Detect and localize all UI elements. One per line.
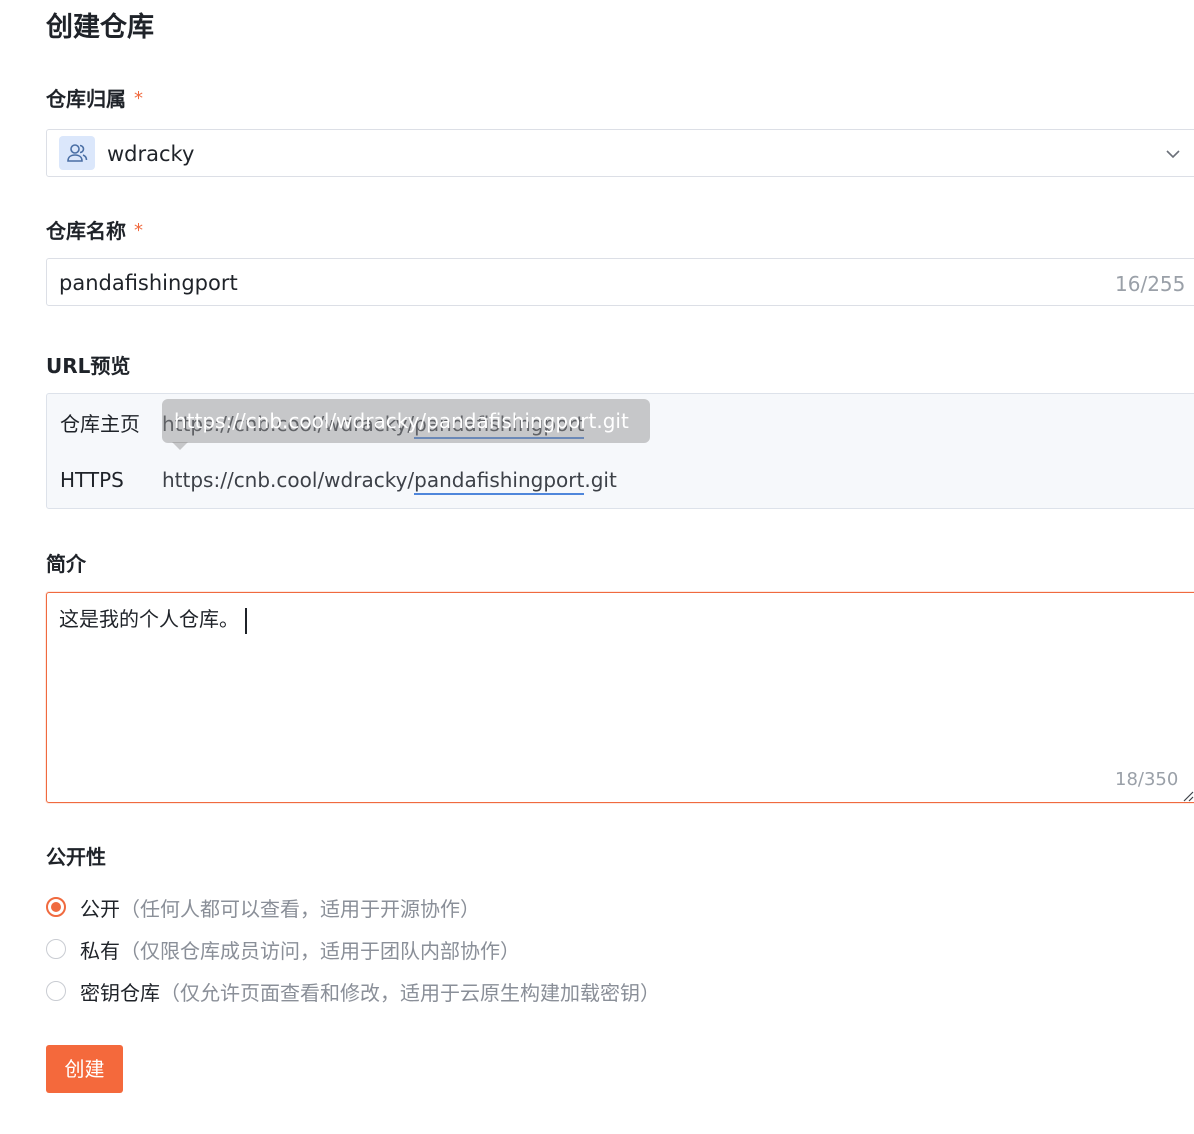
- visibility-option-public[interactable]: 公开 （任何人都可以查看，适用于开源协作）: [46, 892, 480, 922]
- url-tooltip: https://cnb.cool/wdracky/pandafishingpor…: [162, 399, 650, 443]
- users-icon: [59, 136, 95, 170]
- description-value: 这是我的个人仓库。: [59, 607, 239, 631]
- visibility-option-secret[interactable]: 密钥仓库 （仅允许页面查看和修改，适用于云原生构建加载密钥）: [46, 976, 660, 1006]
- url-preview-label: URL预览: [46, 354, 131, 378]
- radio-unchecked[interactable]: [46, 939, 66, 959]
- visibility-label: 公开性: [46, 845, 106, 869]
- option-hint: （仅限仓库成员访问，适用于团队内部协作）: [120, 938, 520, 963]
- option-hint: （任何人都可以查看，适用于开源协作）: [120, 896, 480, 921]
- description-label: 简介: [46, 552, 86, 576]
- repo-name-value: pandafishingport: [59, 271, 238, 295]
- owner-value: wdracky: [107, 142, 195, 166]
- visibility-option-private[interactable]: 私有 （仅限仓库成员访问，适用于团队内部协作）: [46, 934, 520, 964]
- description-value-wrap: 这是我的个人仓库。: [59, 605, 247, 634]
- create-button[interactable]: 创建: [46, 1045, 123, 1093]
- option-label: 公开: [80, 896, 120, 921]
- option-label: 私有: [80, 938, 120, 963]
- option-hint: （仅允许页面查看和修改，适用于云原生构建加载密钥）: [160, 980, 660, 1005]
- url-preview-box: 仓库主页 https://cnb.cool/wdracky/pandafishi…: [46, 393, 1194, 509]
- option-label: 密钥仓库: [80, 980, 160, 1005]
- radio-checked[interactable]: [46, 897, 66, 917]
- repo-name-counter: 16/255: [1115, 272, 1186, 296]
- owner-label-text: 仓库归属: [46, 87, 126, 111]
- required-mark: *: [134, 220, 143, 241]
- url-row-homepage-label: 仓库主页: [60, 412, 140, 436]
- url-suffix: .git: [584, 468, 617, 492]
- required-mark: *: [134, 88, 143, 109]
- resize-handle-icon[interactable]: [1182, 787, 1194, 806]
- chevron-down-icon[interactable]: [1163, 144, 1183, 168]
- owner-label: 仓库归属 *: [46, 84, 143, 114]
- url-row-https-label: HTTPS: [60, 468, 124, 492]
- description-textarea[interactable]: 这是我的个人仓库。 18/350: [46, 592, 1194, 803]
- url-repo-name: pandafishingport: [414, 468, 585, 495]
- url-row-https-value[interactable]: https://cnb.cool/wdracky/pandafishingpor…: [162, 466, 617, 495]
- radio-unchecked[interactable]: [46, 981, 66, 1001]
- repo-name-label-text: 仓库名称: [46, 219, 126, 243]
- description-counter: 18/350: [1115, 769, 1179, 790]
- text-caret: [245, 607, 247, 634]
- tooltip-arrow: [172, 442, 188, 450]
- repo-name-label: 仓库名称 *: [46, 216, 143, 246]
- page-title: 创建仓库: [46, 12, 154, 43]
- url-prefix: https://cnb.cool/wdracky/: [162, 468, 415, 492]
- repo-name-input[interactable]: pandafishingport 16/255: [46, 258, 1194, 306]
- owner-select[interactable]: wdracky: [46, 129, 1194, 177]
